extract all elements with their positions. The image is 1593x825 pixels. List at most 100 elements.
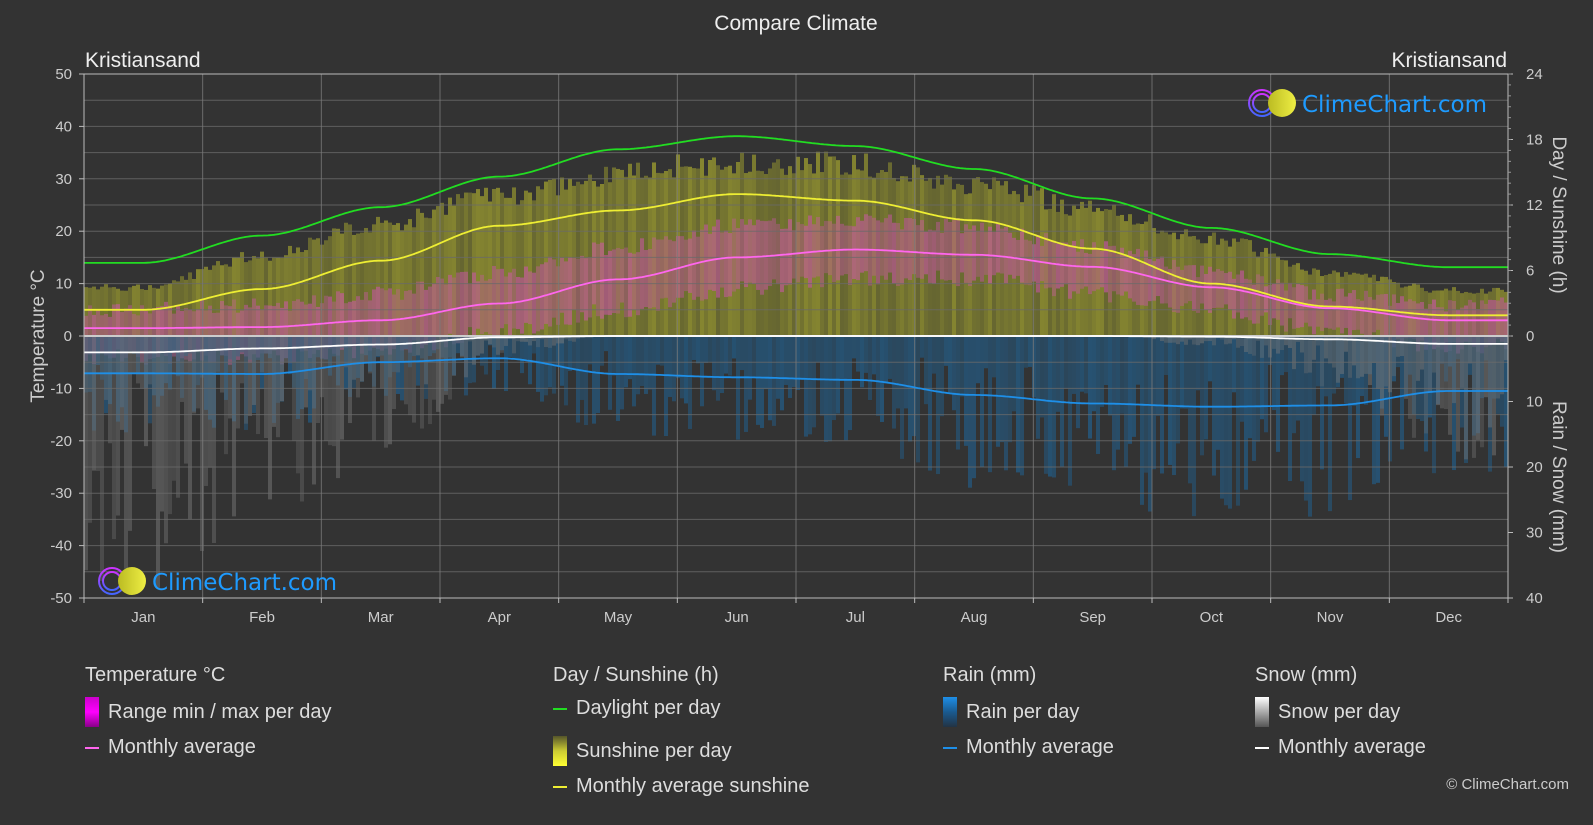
rain-day-bar [916, 336, 920, 463]
temp-range-bar [1372, 299, 1376, 333]
rain-day-bar [636, 336, 640, 395]
snow-day-bar [272, 336, 276, 427]
rain-day-bar [1296, 336, 1300, 421]
temp-range-bar [1420, 302, 1424, 341]
temp-range-bar [1228, 271, 1232, 310]
rain-day-bar [1092, 336, 1096, 412]
temp-range-bar [736, 228, 740, 289]
temp-range-bar [436, 276, 440, 336]
snow-day-bar [264, 336, 268, 438]
temp-range-bar [1272, 283, 1276, 319]
snow-day-bar [180, 336, 184, 402]
temp-range-bar [1280, 282, 1284, 326]
snow-day-bar [1336, 336, 1340, 383]
temp-range-bar [1240, 270, 1244, 319]
snow-day-bar [472, 336, 476, 365]
temp-range-bar [960, 233, 964, 273]
temp-range-bar [824, 221, 828, 274]
temp-range-bar [852, 226, 856, 280]
snow-day-bar [1260, 336, 1264, 358]
snow-day-bar [332, 336, 336, 447]
legend-group-title: Temperature °C [85, 664, 226, 686]
month-label: Sep [1079, 609, 1106, 626]
snow-day-bar [212, 336, 216, 544]
legend-item-label: Monthly average [1278, 736, 1426, 758]
rain-day-bar [896, 336, 900, 409]
legend-item: Daylight per day [553, 697, 721, 720]
legend-item-label: Sunshine per day [576, 739, 732, 762]
temp-range-bar [1076, 251, 1080, 294]
rain-day-bar [700, 336, 704, 407]
snow-day-bar [280, 336, 284, 402]
snow-day-bar [1456, 336, 1460, 452]
rain-day-bar [1104, 336, 1108, 386]
snow-day-bar [432, 336, 436, 400]
snow-day-bar [1436, 336, 1440, 406]
rain-day-bar [656, 336, 660, 365]
rain-day-bar [852, 336, 856, 359]
rain-day-bar [940, 336, 944, 417]
temp-range-bar [544, 262, 548, 324]
snow-day-bar [284, 336, 288, 363]
temp-range-bar [752, 225, 756, 284]
snow-day-bar [184, 336, 188, 464]
rain-day-bar [756, 336, 760, 425]
rain-day-bar [816, 336, 820, 363]
temp-range-bar [1340, 288, 1344, 334]
right-bottom-tick-label: 30 [1526, 525, 1543, 542]
temp-range-bar [892, 222, 896, 284]
rain-day-bar [1128, 336, 1132, 444]
snow-day-bar [368, 336, 372, 374]
snow-day-bar [412, 336, 416, 423]
rain-day-bar [1264, 336, 1268, 433]
legend-item: Monthly average sunshine [553, 775, 809, 798]
snow-day-bar [360, 336, 364, 382]
rain-day-bar [600, 336, 604, 366]
rain-day-bar [1204, 336, 1208, 440]
rain-day-bar [868, 336, 872, 401]
snow-day-bar [1340, 336, 1344, 374]
snow-day-bar [1492, 336, 1496, 456]
snow-day-bar [316, 336, 320, 423]
temp-range-bar [876, 220, 880, 285]
temp-range-bar [768, 220, 772, 286]
temp-range-bar [660, 239, 664, 299]
legend-line-swatch [553, 785, 567, 788]
snow-day-bar [1424, 336, 1428, 434]
snow-day-bar [348, 336, 352, 424]
rain-day-bar [568, 336, 572, 371]
snow-day-bar [1396, 336, 1400, 357]
rain-day-bar [956, 336, 960, 450]
temp-range-bar [828, 221, 832, 276]
rain-day-bar [676, 336, 680, 379]
temp-range-bar [652, 237, 656, 308]
rain-day-bar [976, 336, 980, 384]
month-label: Nov [1317, 609, 1344, 626]
temp-range-bar [912, 219, 916, 275]
legend-line-swatch [1255, 746, 1269, 749]
snow-day-bar [364, 336, 368, 364]
rain-day-bar [1068, 336, 1072, 486]
temp-range-bar [604, 255, 608, 315]
right-bottom-tick-label: 10 [1526, 394, 1543, 411]
snow-day-bar [1344, 336, 1348, 352]
rain-day-bar [612, 336, 616, 376]
right-bottom-tick-label: 40 [1526, 590, 1543, 607]
temp-range-bar [664, 236, 668, 298]
left-tick-label: 50 [55, 66, 72, 83]
rain-day-bar [1008, 336, 1012, 443]
snow-day-bar [436, 336, 440, 412]
rain-day-bar [624, 336, 628, 388]
left-tick-label: -10 [50, 380, 72, 397]
rain-day-bar [824, 336, 828, 442]
temp-range-bar [596, 243, 600, 317]
snow-day-bar [84, 336, 88, 571]
month-label: Oct [1200, 609, 1224, 626]
temp-range-bar [1084, 252, 1088, 287]
temp-range-bar [1248, 279, 1252, 321]
temp-range-bar [1320, 293, 1324, 332]
rain-day-bar [560, 336, 564, 386]
snow-day-bar [1284, 336, 1288, 346]
temp-range-bar [416, 281, 420, 341]
snow-day-bar [256, 336, 260, 435]
